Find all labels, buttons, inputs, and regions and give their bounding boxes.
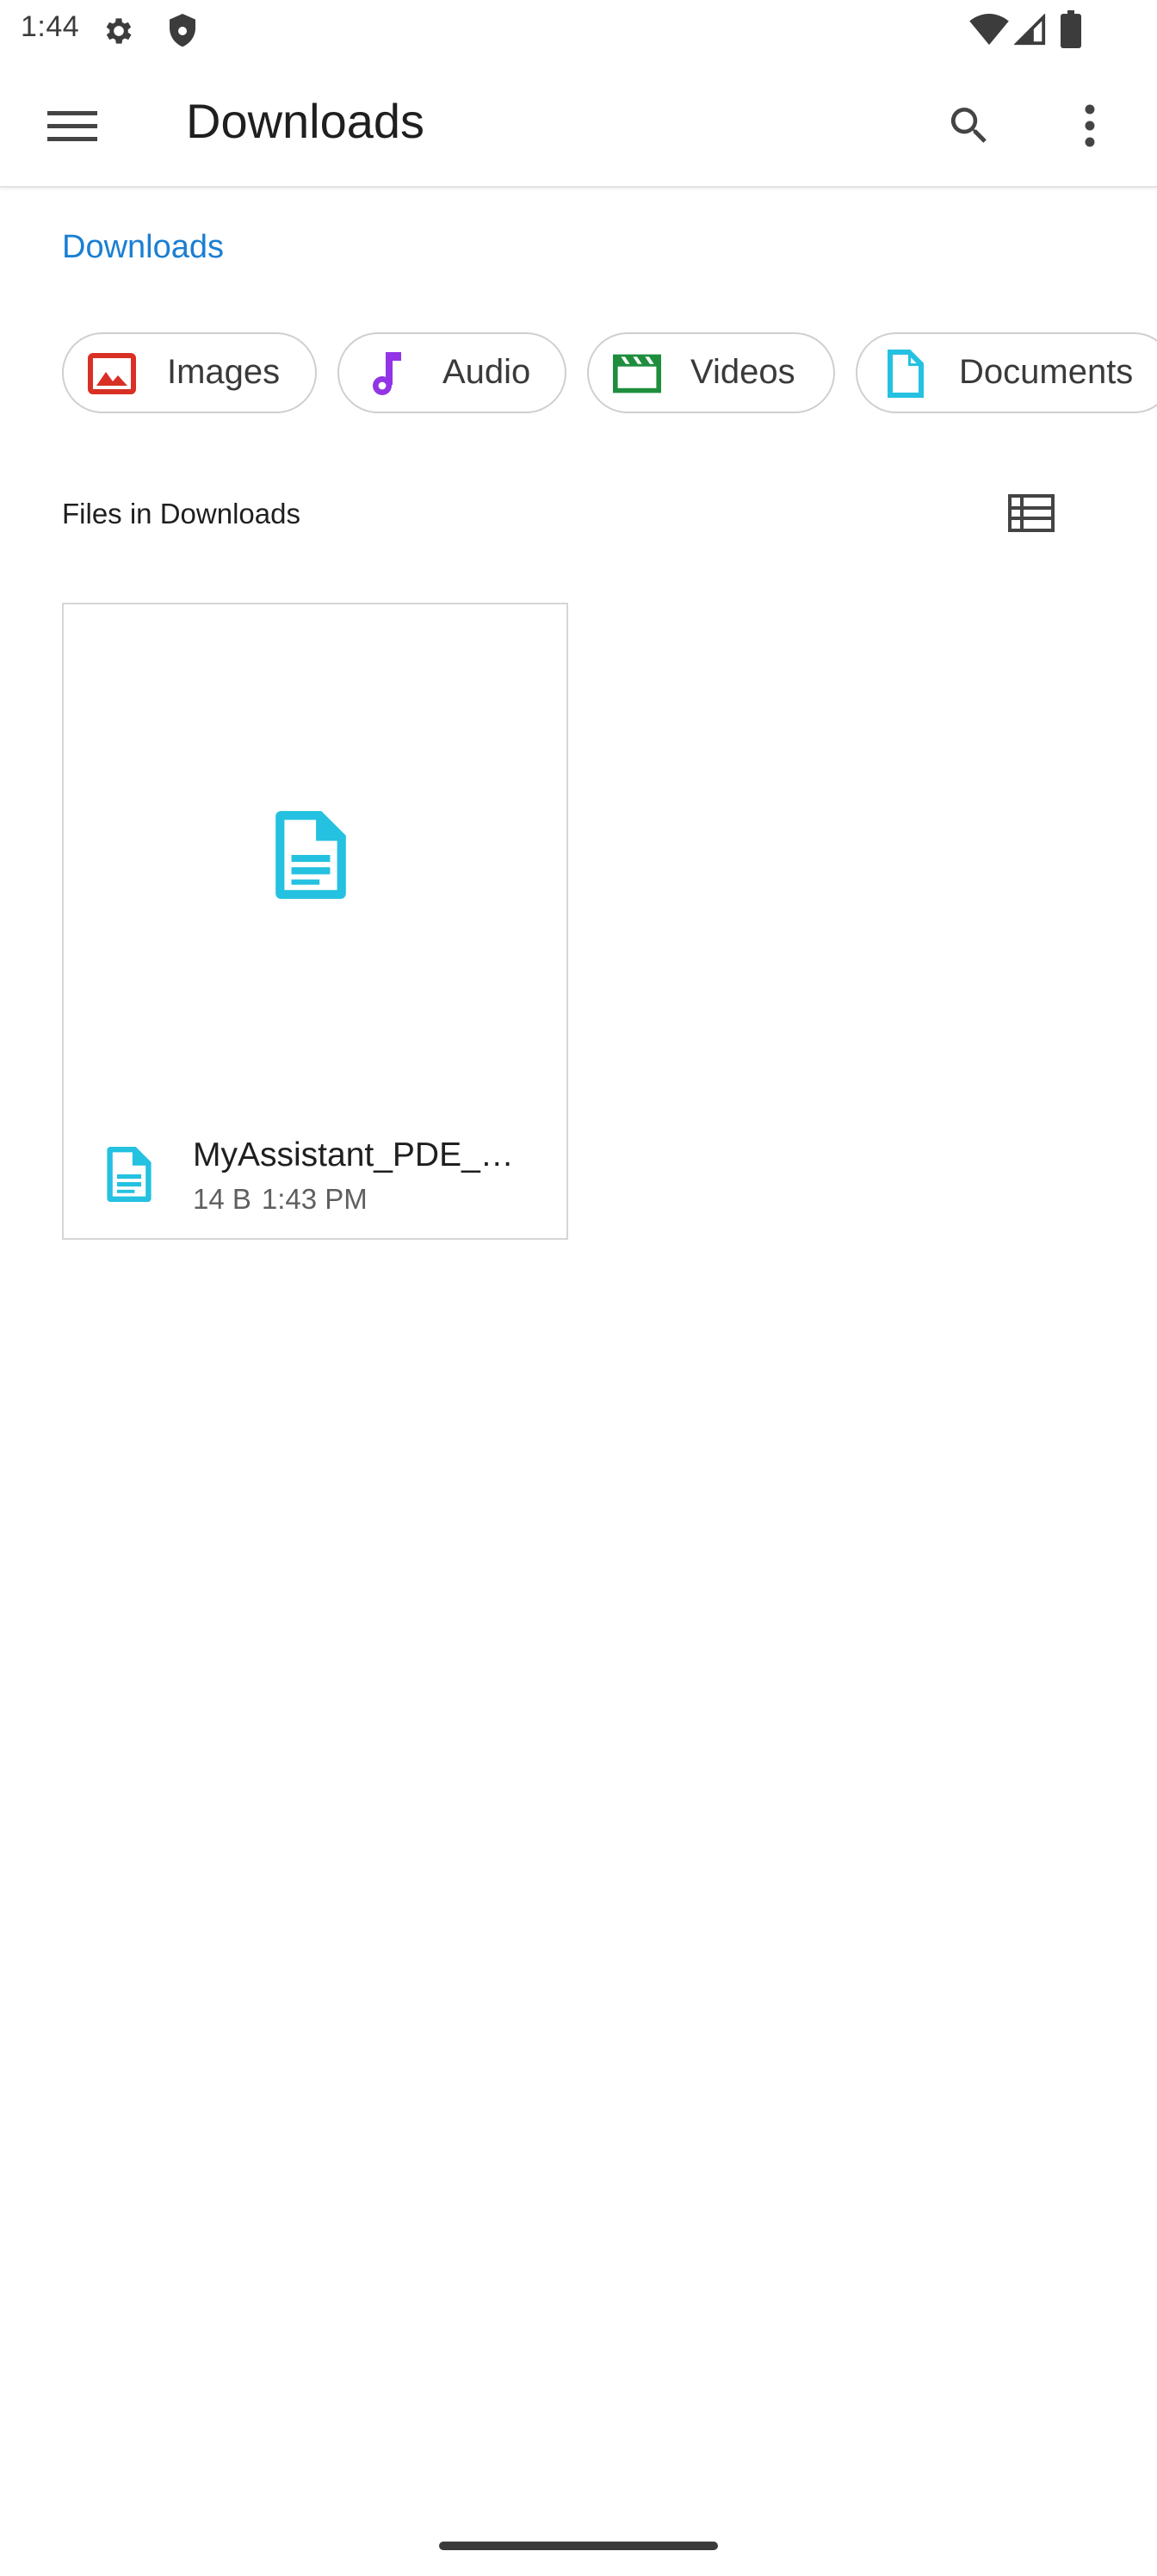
document-thumbnail-icon — [275, 811, 358, 911]
page-title: Downloads — [186, 94, 425, 148]
chip-images[interactable]: Images — [62, 332, 317, 413]
chip-audio[interactable]: Audio — [337, 332, 566, 413]
chip-label: Videos — [690, 353, 795, 391]
shield-icon — [165, 12, 200, 54]
view-toggle-button[interactable] — [1002, 487, 1061, 539]
more-vert-icon — [1085, 104, 1095, 147]
file-size: 14 B — [193, 1183, 251, 1215]
list-view-icon — [1008, 494, 1055, 532]
chip-label: Images — [167, 353, 281, 391]
file-name: MyAssistant_PDE_… — [193, 1136, 514, 1173]
file-time: 1:43 PM — [261, 1183, 368, 1215]
filter-chips: Images Audio Videos Documents — [62, 332, 1157, 417]
menu-button[interactable] — [38, 100, 107, 152]
status-time: 1:44 — [21, 10, 80, 43]
settings-icon — [102, 14, 136, 53]
file-meta: 14 B 1:43 PM — [193, 1183, 368, 1216]
document-icon — [107, 1147, 155, 1204]
chip-documents[interactable]: Documents — [856, 332, 1157, 413]
movie-icon — [613, 351, 661, 396]
chip-label: Audio — [442, 353, 531, 391]
gesture-nav-handle[interactable] — [439, 2542, 718, 2550]
signal-icon — [1013, 13, 1047, 51]
document-icon — [882, 350, 930, 398]
battery-icon — [1061, 10, 1081, 53]
image-icon — [88, 351, 136, 396]
wifi-icon — [969, 14, 1009, 51]
chip-videos[interactable]: Videos — [587, 332, 835, 413]
music-note-icon — [363, 351, 411, 396]
section-title: Files in Downloads — [62, 498, 300, 529]
breadcrumb[interactable]: Downloads — [62, 229, 224, 266]
search-button[interactable] — [935, 95, 1004, 157]
chip-label: Documents — [959, 353, 1134, 391]
search-icon — [950, 108, 987, 143]
status-bar: 1:44 — [0, 0, 1157, 62]
app-bar: Downloads — [0, 62, 1157, 188]
menu-icon — [47, 111, 97, 141]
more-options-button[interactable] — [1055, 95, 1124, 157]
file-card[interactable]: MyAssistant_PDE_… 14 B 1:43 PM — [62, 603, 568, 1240]
